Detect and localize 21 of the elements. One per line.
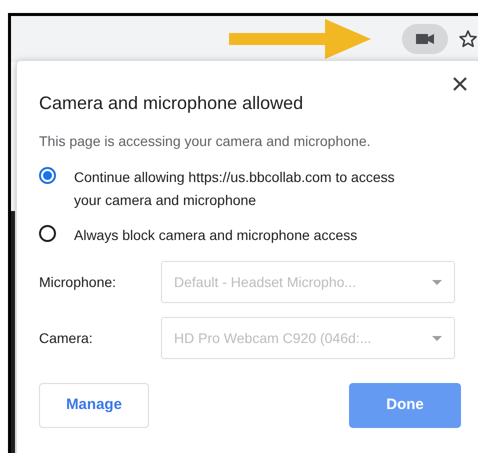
field-label: Microphone: <box>39 272 118 292</box>
device-dropdown[interactable]: Default - Headset Micropho... <box>161 261 455 303</box>
dropdown-value: HD Pro Webcam C920 (046d:... <box>174 328 372 348</box>
star-icon[interactable] <box>458 29 478 49</box>
option-label: Continue allowing https://us.bbcollab.com to access your camera and microphone <box>74 168 396 210</box>
option-label: Always block camera and microphone access <box>74 226 358 245</box>
video-camera-icon <box>416 33 434 45</box>
dropdown-value: Default - Headset Micropho... <box>174 272 356 292</box>
field-label: Camera: <box>39 328 94 348</box>
close-button[interactable] <box>453 77 467 91</box>
dropdown-caret-icon <box>432 280 442 284</box>
camera-button[interactable] <box>402 24 448 54</box>
manage-button[interactable]: Manage <box>39 383 149 428</box>
dialog-title: Camera and microphone allowed <box>39 92 304 115</box>
close-icon <box>453 77 467 91</box>
device-dropdown[interactable]: HD Pro Webcam C920 (046d:... <box>161 317 455 359</box>
dialog-message: This page is accessing your camera and microphone. <box>39 132 372 151</box>
dropdown-caret-icon <box>432 336 442 340</box>
done-button[interactable]: Done <box>349 383 461 428</box>
radio-button[interactable] <box>39 167 56 184</box>
radio-button[interactable] <box>39 225 56 242</box>
